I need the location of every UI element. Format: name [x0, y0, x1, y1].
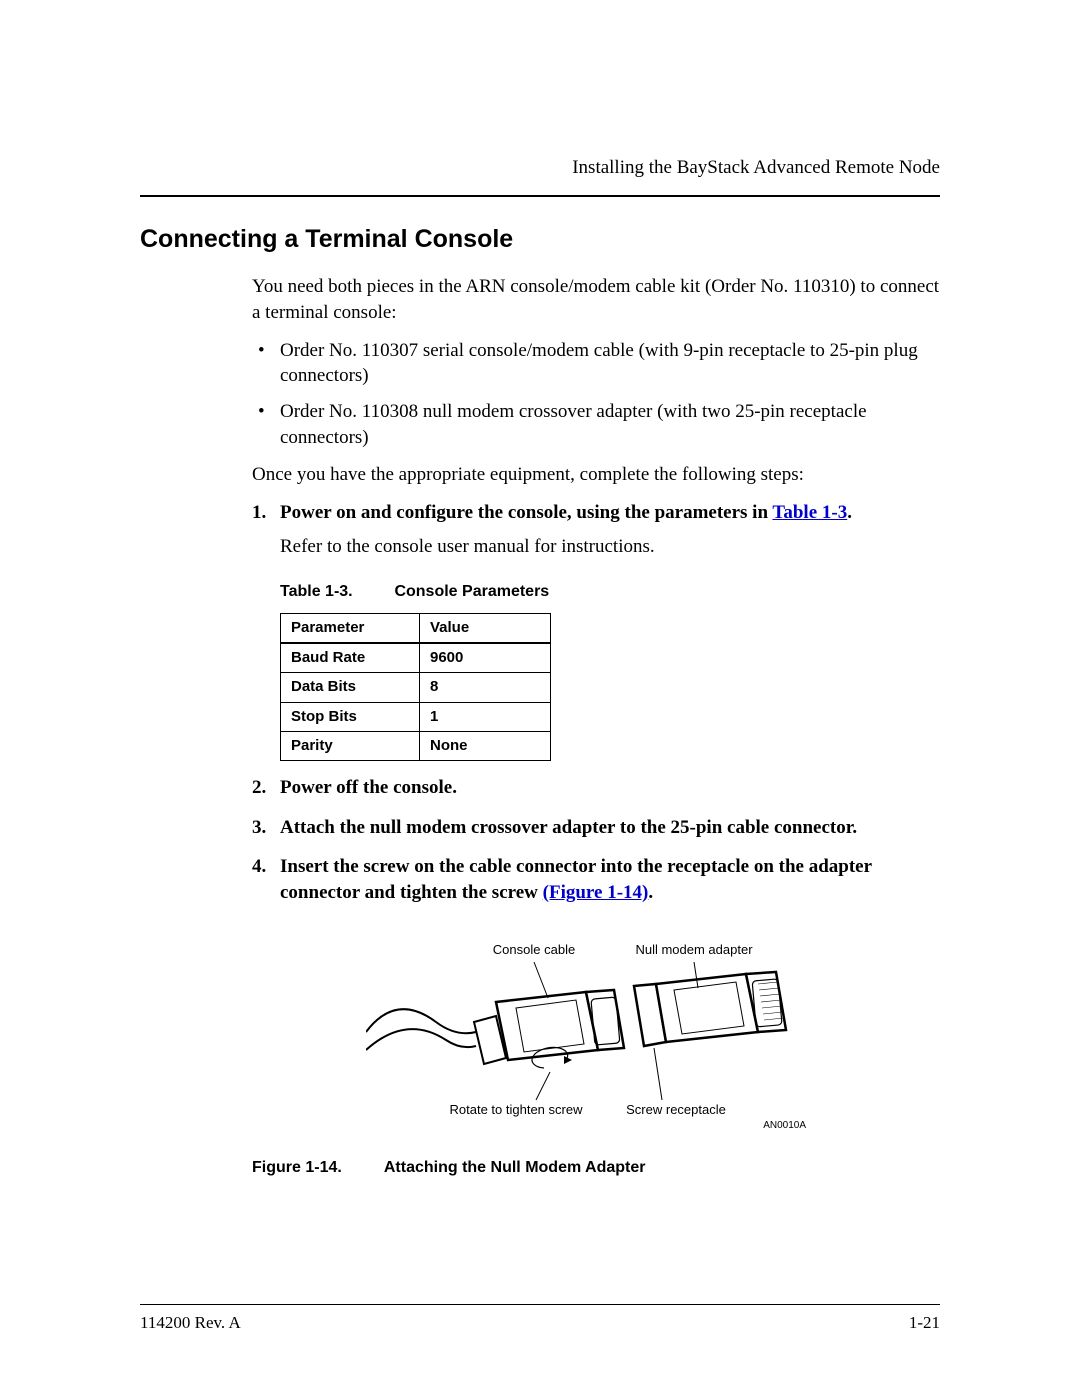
page-footer: 114200 Rev. A 1-21 [140, 1312, 940, 1335]
table-cell: Baud Rate [281, 643, 420, 673]
table-number: Table 1-3. [280, 581, 390, 603]
header-rule [140, 195, 940, 197]
running-header: Installing the BayStack Advanced Remote … [140, 155, 940, 181]
table-cell: Stop Bits [281, 702, 420, 731]
table-caption: Table 1-3. Console Parameters [280, 581, 940, 603]
table-header: Value [420, 613, 551, 643]
steps-list: Power on and configure the console, usin… [252, 500, 940, 906]
footer-page-number: 1-21 [909, 1312, 940, 1335]
footer-rule [140, 1304, 940, 1305]
section-heading: Connecting a Terminal Console [140, 223, 940, 257]
step-4-text-post: . [648, 882, 653, 903]
figure-art-id: AN0010A [763, 1120, 806, 1131]
console-parameters-table: Parameter Value Baud Rate 9600 Data Bits… [280, 613, 551, 761]
table-xref-link[interactable]: Table 1-3 [772, 502, 847, 523]
step-4: Insert the screw on the cable connector … [252, 854, 940, 905]
step-1-text-pre: Power on and configure the console, usin… [280, 502, 772, 523]
figure-illustration: Console cable Null modem adapter Rotate … [252, 932, 940, 1140]
figure-caption: Figure 1-14. Attaching the Null Modem Ad… [252, 1157, 940, 1179]
label-null-modem: Null modem adapter [635, 942, 753, 957]
table-cell: 9600 [420, 643, 551, 673]
label-rotate: Rotate to tighten screw [450, 1102, 584, 1117]
table-cell: None [420, 731, 551, 760]
page: Installing the BayStack Advanced Remote … [0, 0, 1080, 1397]
table-row: Stop Bits 1 [281, 702, 551, 731]
list-item: Order No. 110308 null modem crossover ad… [252, 399, 940, 450]
kit-items-list: Order No. 110307 serial console/modem ca… [252, 338, 940, 451]
table-cell: 8 [420, 673, 551, 702]
table-row: Parity None [281, 731, 551, 760]
table-header: Parameter [281, 613, 420, 643]
figure-title: Attaching the Null Modem Adapter [384, 1159, 646, 1176]
list-item: Order No. 110307 serial console/modem ca… [252, 338, 940, 389]
table-cell: Data Bits [281, 673, 420, 702]
step-2: Power off the console. [252, 775, 940, 801]
body-content: You need both pieces in the ARN console/… [252, 274, 940, 1178]
footer-docid: 114200 Rev. A [140, 1312, 241, 1335]
label-console-cable: Console cable [493, 942, 575, 957]
step-1: Power on and configure the console, usin… [252, 500, 940, 761]
step-3: Attach the null modem crossover adapter … [252, 815, 940, 841]
table-cell: 1 [420, 702, 551, 731]
step-1-text-post: . [847, 502, 852, 523]
label-screw-receptacle: Screw receptacle [626, 1102, 726, 1117]
intro-paragraph: You need both pieces in the ARN console/… [252, 274, 940, 325]
table-cell: Parity [281, 731, 420, 760]
table-row: Data Bits 8 [281, 673, 551, 702]
figure-number: Figure 1-14. [252, 1157, 380, 1179]
step-1-note: Refer to the console user manual for ins… [280, 534, 940, 560]
table-title: Console Parameters [394, 583, 549, 600]
post-list-paragraph: Once you have the appropriate equipment,… [252, 462, 940, 488]
null-modem-diagram: Console cable Null modem adapter Rotate … [366, 932, 826, 1132]
figure-xref-link[interactable]: (Figure 1-14) [543, 882, 649, 903]
table-row: Baud Rate 9600 [281, 643, 551, 673]
